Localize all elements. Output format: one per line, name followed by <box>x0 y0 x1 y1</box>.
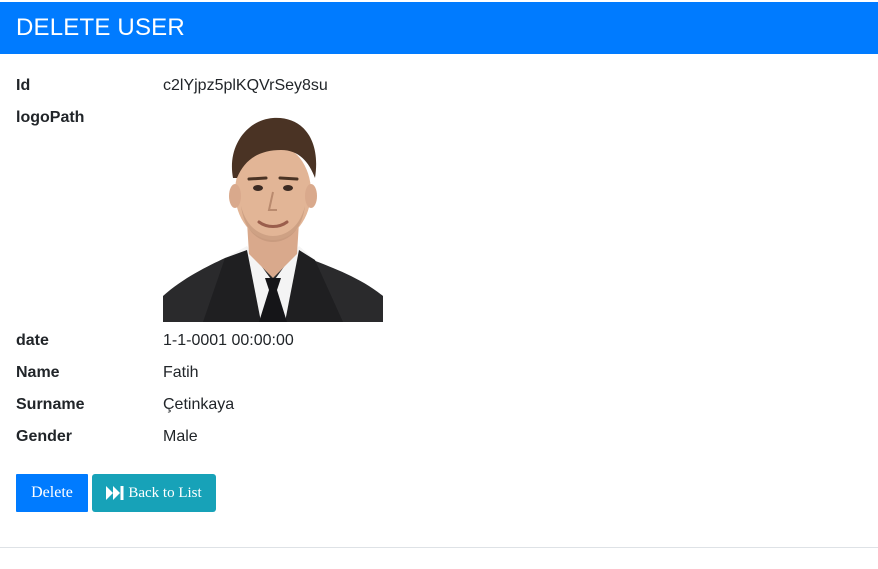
name-value: Fatih <box>163 364 199 381</box>
user-photo <box>163 106 383 322</box>
logopath-label: logoPath <box>16 109 85 126</box>
date-value: 1-1-0001 00:00:00 <box>163 332 294 349</box>
footer-divider <box>0 547 878 548</box>
name-label: Name <box>16 364 60 381</box>
detail-row-surname: Surname Çetinkaya <box>16 393 816 417</box>
detail-row-id: Id c2lYjpz5plKQVrSey8su <box>16 74 816 98</box>
delete-button[interactable]: Delete <box>16 474 88 512</box>
id-label: Id <box>16 77 31 94</box>
back-to-list-button[interactable]: Back to List <box>92 474 216 512</box>
delete-user-page: DELETE USER Id c2lYjpz5plKQVrSey8su logo… <box>0 0 878 569</box>
surname-value: Çetinkaya <box>163 396 235 413</box>
page-header: DELETE USER <box>0 2 878 54</box>
detail-row-name: Name Fatih <box>16 361 816 385</box>
detail-row-date: date 1-1-0001 00:00:00 <box>16 329 816 353</box>
detail-row-logopath: logoPath <box>16 106 816 130</box>
detail-row-gender: Gender Male <box>16 425 816 449</box>
id-value: c2lYjpz5plKQVrSey8su <box>163 77 328 94</box>
gender-label: Gender <box>16 428 73 445</box>
page-title: DELETE USER <box>16 14 185 41</box>
back-to-list-label: Back to List <box>128 484 202 501</box>
date-label: date <box>16 332 49 349</box>
surname-label: Surname <box>16 396 85 413</box>
fast-forward-icon <box>106 486 124 500</box>
gender-value: Male <box>163 428 198 445</box>
